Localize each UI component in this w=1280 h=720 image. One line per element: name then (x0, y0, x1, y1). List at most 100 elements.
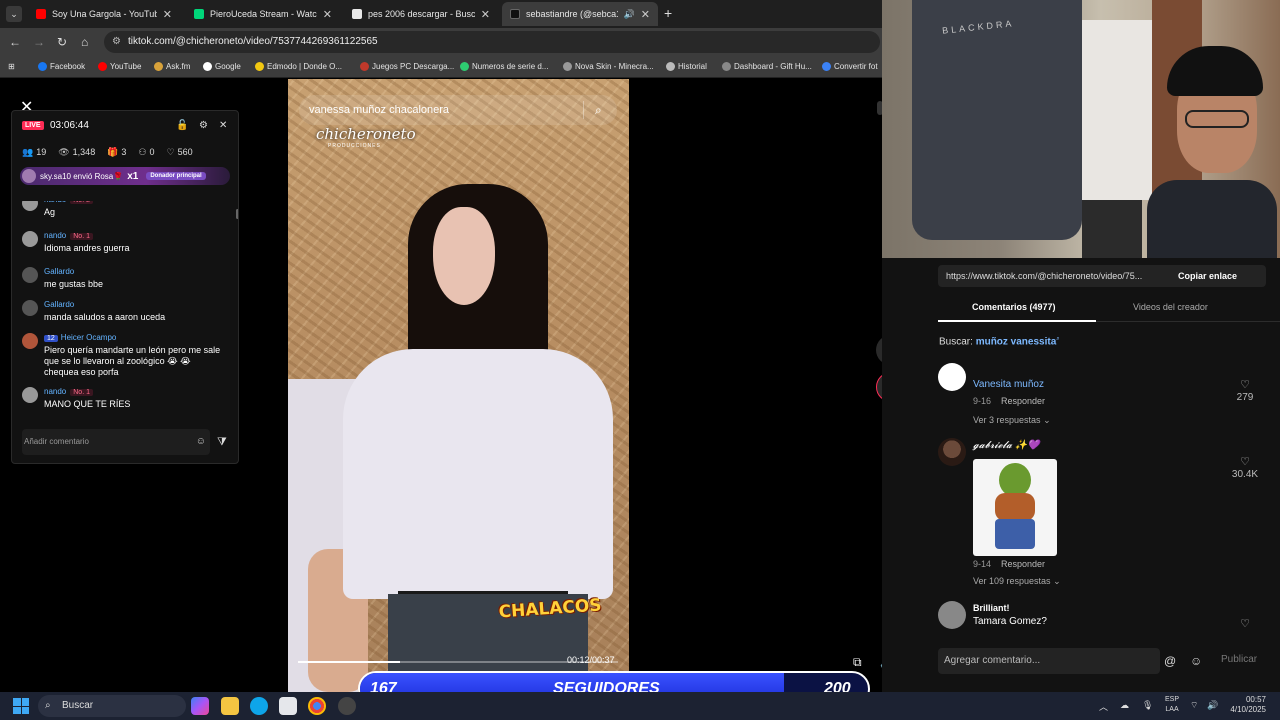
reply-button[interactable]: Responder (1001, 559, 1045, 569)
wifi-icon[interactable]: ⌔ (1190, 700, 1198, 711)
system-clock[interactable]: 00:57 4/10/2025 (1226, 695, 1266, 715)
comment-author[interactable]: 𝓰𝓪𝓫𝓻𝓲𝓮𝓵𝓪 ✨💜 (973, 440, 1040, 451)
lock-icon[interactable]: 🔓 (176, 120, 188, 131)
bookmark-label: Dashboard - Gift Hu... (734, 62, 812, 71)
bookmark-favicon-icon (360, 62, 369, 71)
tab-mute-icon[interactable]: 🔊 (624, 9, 635, 20)
comment-like[interactable]: ♡ 30.4K (1227, 455, 1263, 480)
chat-username[interactable]: nandoNo. 2 (44, 201, 93, 204)
view-replies-button[interactable]: Ver 109 respuestas ⌄ (973, 576, 1061, 587)
forward-arrow-icon[interactable]: → (33, 35, 45, 49)
reload-icon[interactable]: ↻ (57, 35, 67, 49)
comment-like[interactable]: ♡ (1227, 617, 1263, 631)
emoji-icon[interactable]: ☺ (1190, 648, 1202, 674)
taskbar-search[interactable]: ⌕ Buscar (38, 695, 186, 717)
microphone-icon[interactable]: 🎙 (1142, 700, 1153, 711)
bookmark-item[interactable]: Ask.fm (154, 62, 190, 71)
bookmark-item[interactable]: Nova Skin - Minecra... (563, 62, 654, 71)
chat-username[interactable]: Gallardo (44, 267, 74, 276)
publish-button[interactable]: Publicar (1221, 654, 1257, 665)
chat-username[interactable]: 12 Heicer Ocampo (44, 333, 116, 342)
people-icon: 👥 (22, 147, 34, 157)
language-indicator[interactable]: ESP LAA (1165, 695, 1179, 715)
avatar[interactable] (22, 333, 38, 349)
bookmark-item[interactable]: Historial (666, 62, 707, 71)
obs-icon[interactable] (338, 697, 356, 715)
avatar[interactable] (22, 300, 38, 316)
tray-chevron-up-icon[interactable]: ︿ (1099, 700, 1108, 713)
bookmark-item[interactable]: Google (203, 62, 241, 71)
store-icon[interactable] (279, 697, 297, 715)
avatar[interactable] (22, 387, 38, 403)
bookmark-item[interactable]: Convertir fot (822, 62, 878, 71)
emoji-icon[interactable]: ☺ (196, 429, 206, 455)
edge-browser-icon[interactable] (250, 697, 268, 715)
site-info-icon[interactable]: ⚙ (112, 31, 121, 53)
view-replies-button[interactable]: Ver 3 respuestas ⌄ (973, 415, 1051, 426)
speaker-icon[interactable]: 🔊 (1207, 700, 1218, 711)
chat-username[interactable]: Gallardo (44, 300, 74, 309)
chat-placeholder: Añadir comentario (24, 437, 89, 446)
tab-close-icon[interactable]: ✕ (163, 8, 172, 21)
bookmark-item[interactable]: Facebook (38, 62, 85, 71)
browser-tab[interactable]: PieroUceda Stream - Watch L ✕ (186, 2, 340, 26)
chat-username[interactable]: nando No. 1 (44, 231, 93, 240)
new-tab-button[interactable]: + (664, 5, 672, 21)
avatar[interactable] (938, 601, 966, 629)
copy-link-button[interactable]: Copiar enlace (1178, 265, 1237, 287)
network-app-icon[interactable]: ☁ (1120, 700, 1129, 711)
tab-search-chevron-icon[interactable]: ⌄ (6, 6, 22, 22)
chat-text: Ag (44, 207, 56, 217)
bookmark-item[interactable]: Juegos PC Descarga... (360, 62, 454, 71)
tab-close-icon[interactable]: ✕ (641, 8, 650, 21)
tiktok-search-field[interactable]: vanessa muñoz chacalonera ⌕ (299, 95, 617, 125)
comment-search-query[interactable]: muñoz vanessita (976, 336, 1057, 347)
search-icon[interactable]: ⌕ (595, 95, 602, 125)
back-arrow-icon[interactable]: ← (9, 35, 21, 49)
browser-tab-active[interactable]: sebastiandre (@sebca102) | 🔊 ✕ (502, 2, 658, 26)
copilot-icon[interactable] (191, 697, 209, 715)
avatar[interactable] (22, 267, 38, 283)
browser-tab[interactable]: Soy Una Gargola - YouTube ✕ (28, 2, 180, 26)
gift-icon: 🎁 (107, 147, 119, 157)
chat-username[interactable]: nando No. 1 (44, 387, 93, 396)
bookmark-item[interactable]: Dashboard - Gift Hu... (722, 62, 812, 71)
tab-close-icon[interactable]: ✕ (481, 8, 490, 21)
apps-grid-icon[interactable]: ⊞ (8, 62, 15, 71)
bookmark-item[interactable]: YouTube (98, 62, 141, 71)
avatar[interactable] (22, 201, 38, 211)
comment-author[interactable]: Vanesita muñoz (973, 379, 1044, 390)
file-explorer-icon[interactable] (221, 697, 239, 715)
send-filter-icon[interactable]: ⧩ (217, 436, 227, 449)
picture-in-picture-icon[interactable]: ⧉ (853, 655, 862, 670)
bookmark-label: Ask.fm (166, 62, 191, 71)
avatar[interactable] (938, 438, 966, 466)
bookmark-item[interactable]: Edmodo | Donde O... (255, 62, 342, 71)
avatar[interactable] (22, 231, 38, 247)
mention-icon[interactable]: @ (1164, 648, 1176, 674)
bookmark-favicon-icon (38, 62, 47, 71)
close-chat-icon[interactable]: ✕ (219, 120, 227, 131)
bookmark-item[interactable]: Numeros de serie d... (460, 62, 548, 71)
chat-comment-input[interactable]: Añadir comentario ☺ (22, 429, 210, 455)
comment-like[interactable]: ♡ 279 (1227, 378, 1263, 403)
chat-scrollbar[interactable] (236, 209, 238, 219)
chrome-icon[interactable] (308, 697, 326, 715)
video-player[interactable]: vanessa muñoz chacalonera ⌕ chicheroneto… (288, 79, 629, 692)
settings-gear-icon[interactable]: ⚙ (199, 120, 208, 131)
add-comment-input[interactable]: Agregar comentario... @ ☺ (938, 648, 1202, 674)
reply-button[interactable]: Responder (1001, 396, 1045, 406)
home-icon[interactable]: ⌂ (81, 35, 88, 49)
chalacos-sticker-logo: CHALACOS (498, 595, 603, 623)
tab-creator-videos[interactable]: Videos del creador (1133, 302, 1208, 312)
avatar[interactable] (938, 363, 966, 391)
windows-start-icon[interactable] (13, 698, 29, 714)
comment-author[interactable]: Brilliant! (973, 603, 1010, 613)
bookmark-favicon-icon (722, 62, 731, 71)
tab-close-icon[interactable]: ✕ (323, 8, 332, 21)
avatar (22, 169, 36, 183)
tab-comments[interactable]: Comentarios (4977) (972, 302, 1056, 312)
browser-tab[interactable]: pes 2006 descargar - Buscar co ✕ (344, 2, 498, 26)
chat-messages[interactable]: nandoNo. 2 Ag nandoNo. 1 Idioma andres guer… (12, 201, 238, 419)
address-bar[interactable]: ⚙ tiktok.com/@chicheroneto/video/7537744… (104, 31, 880, 53)
